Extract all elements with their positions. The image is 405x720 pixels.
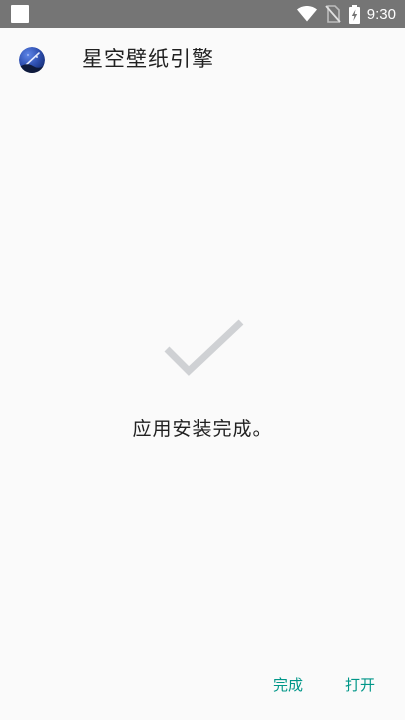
checkmark-icon	[164, 319, 244, 376]
starry-sky-app-icon	[19, 47, 45, 73]
install-complete-screen: 9:30 星空壁纸引擎 应用安装完成。 完成 打开	[0, 0, 405, 720]
battery-charging-icon	[348, 4, 360, 24]
install-complete-message: 应用安装完成。	[132, 418, 273, 440]
app-header: 星空壁纸引擎	[0, 28, 405, 92]
open-button[interactable]: 打开	[341, 668, 379, 702]
status-bar: 9:30	[0, 0, 405, 28]
notification-square-icon	[11, 5, 29, 23]
no-sim-icon	[325, 5, 341, 23]
app-title: 星空壁纸引擎	[82, 47, 214, 71]
status-time: 9:30	[366, 5, 396, 23]
wifi-icon	[296, 6, 317, 22]
status-icons: 9:30	[296, 0, 396, 28]
done-button[interactable]: 完成	[269, 668, 307, 702]
